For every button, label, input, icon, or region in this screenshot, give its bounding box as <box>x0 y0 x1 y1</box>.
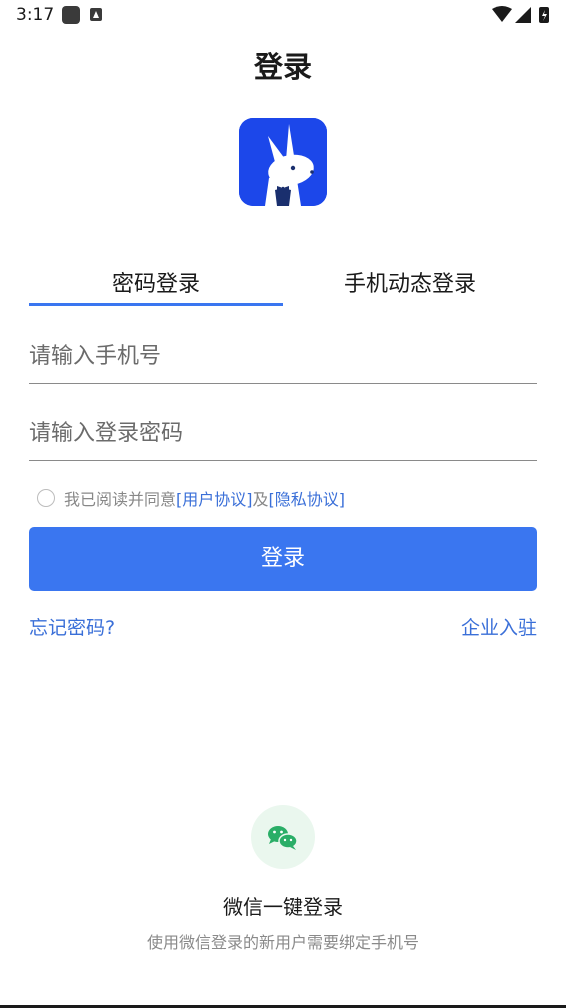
password-input[interactable] <box>29 409 537 457</box>
wechat-icon <box>268 826 298 850</box>
privacy-policy-link[interactable]: [隐私协议] <box>269 486 346 510</box>
phone-input[interactable] <box>29 332 537 380</box>
signal-icon <box>515 7 531 23</box>
password-field <box>29 409 537 461</box>
agreement-row: 我已阅读并同意 [用户协议] 及 [隐私协议] <box>37 486 345 510</box>
page-title: 登录 <box>253 50 312 84</box>
agreement-checkbox[interactable] <box>37 489 55 507</box>
wechat-login-title: 微信一键登录 <box>223 895 343 919</box>
status-bar: 3:17 <box>0 0 566 30</box>
status-icons <box>492 6 549 23</box>
agreement-conjunction: 及 <box>252 490 269 509</box>
wechat-login-hint: 使用微信登录的新用户需要绑定手机号 <box>146 933 419 952</box>
tab-sms-login[interactable]: 手机动态登录 <box>283 266 537 306</box>
status-time: 3:17 <box>16 5 55 25</box>
app-logo <box>239 118 327 206</box>
login-button[interactable]: 登录 <box>29 527 537 591</box>
agreement-prefix: 我已阅读并同意 <box>64 490 177 509</box>
kangaroo-logo-icon <box>239 118 327 206</box>
wechat-login-button[interactable] <box>251 805 315 869</box>
notification-icon <box>62 6 80 24</box>
phone-field <box>29 332 537 384</box>
app-notification-icon <box>90 8 102 21</box>
enterprise-signup-link[interactable]: 企业入驻 <box>461 613 537 640</box>
wifi-icon <box>492 6 512 22</box>
tab-password-login[interactable]: 密码登录 <box>29 266 283 306</box>
active-tab-indicator <box>29 303 283 306</box>
user-agreement-link[interactable]: [用户协议] <box>176 486 253 510</box>
forgot-password-link[interactable]: 忘记密码? <box>29 613 115 640</box>
